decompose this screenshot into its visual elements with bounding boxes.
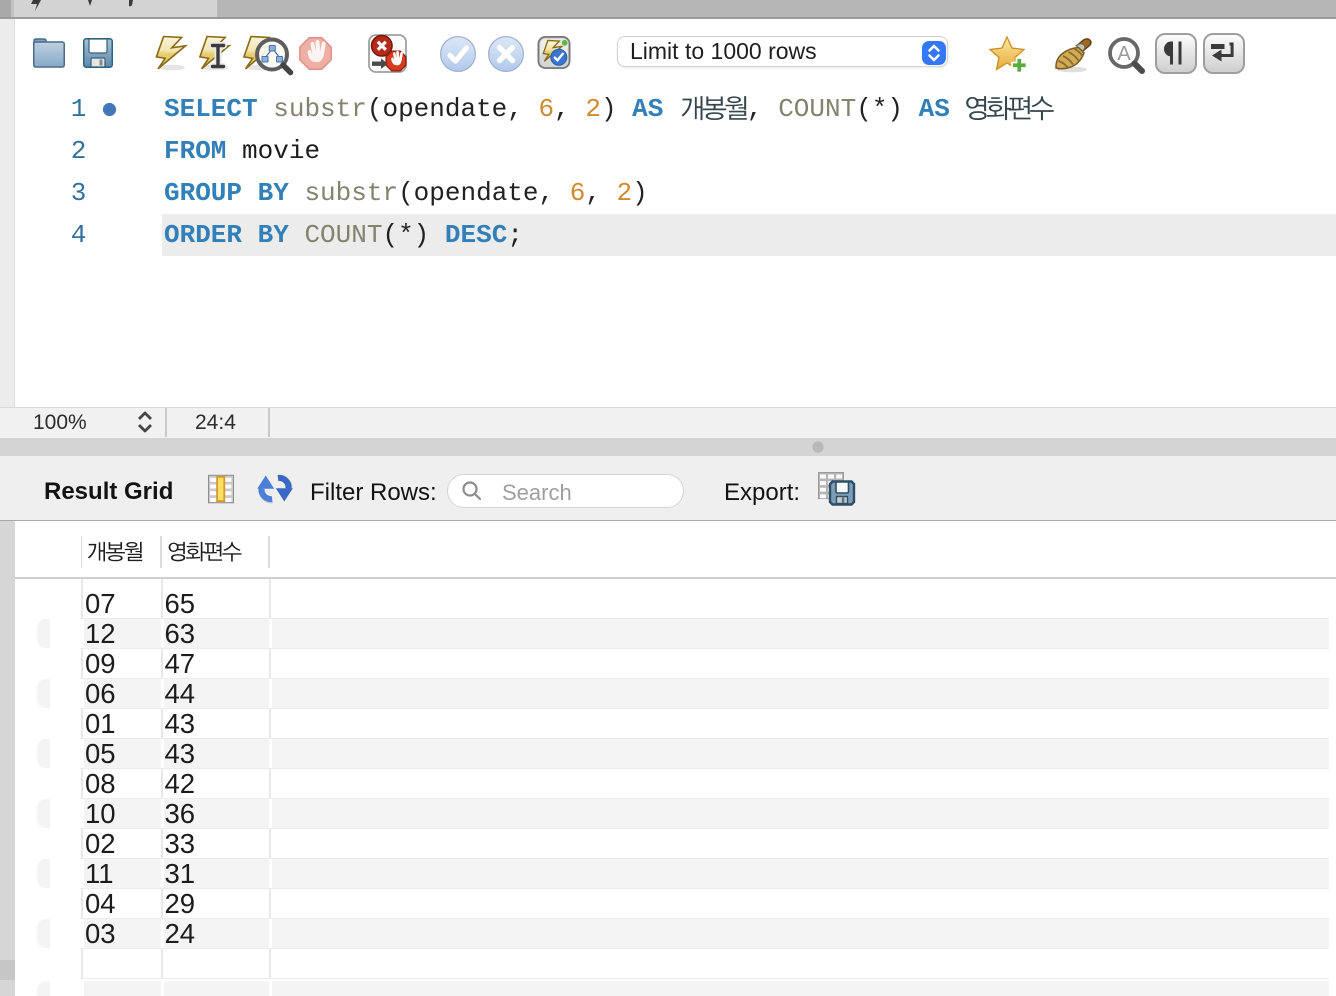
svg-text:A: A [1117, 43, 1131, 65]
